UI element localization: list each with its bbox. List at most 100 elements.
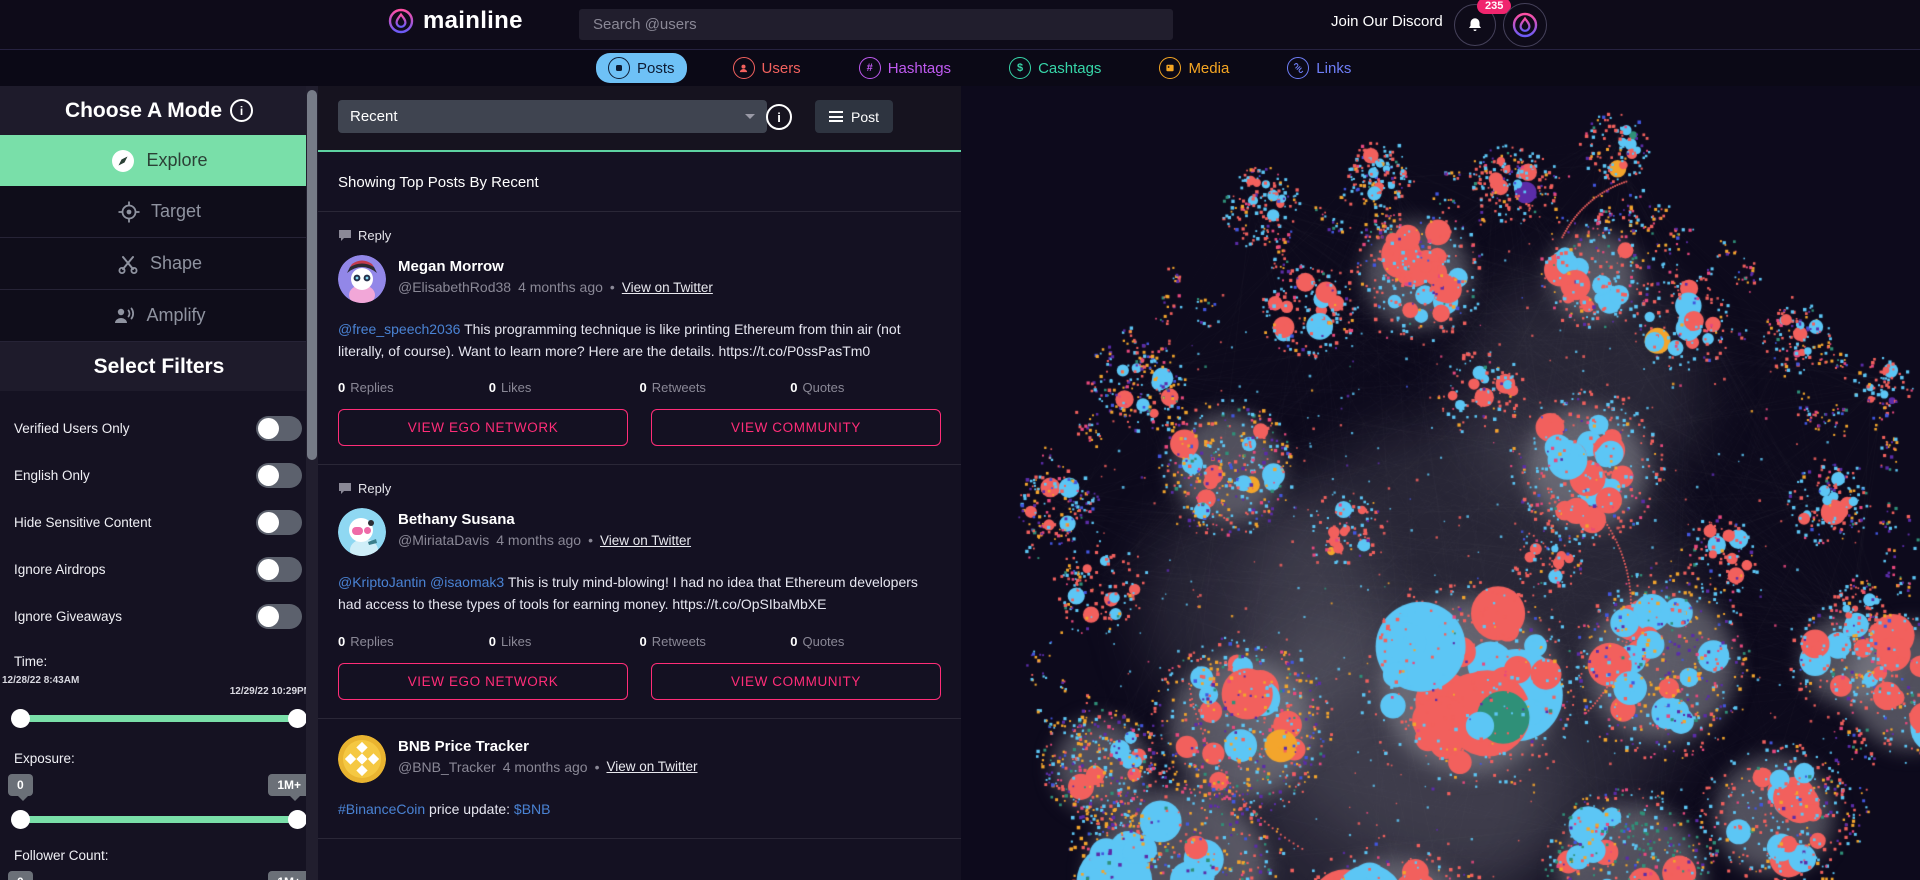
mention-link[interactable]: @free_speech2036 <box>338 321 464 337</box>
view-community-button[interactable]: VIEW COMMUNITY <box>651 409 941 446</box>
giveaways-toggle[interactable] <box>256 604 302 629</box>
view-ego-network-button[interactable]: VIEW EGO NETWORK <box>338 409 628 446</box>
exposure-slider-handle-right[interactable] <box>288 810 307 829</box>
time-end: 12/29/22 10:29PM <box>230 686 312 697</box>
filters-header-label: Select Filters <box>94 355 225 379</box>
app: mainline Join Our Discord 235 Posts <box>0 0 1920 880</box>
sidebar-scrollbar-thumb[interactable] <box>307 90 317 460</box>
author-meta: @MiriataDavis 4 months ago • View on Twi… <box>398 532 691 548</box>
time-slider-track <box>20 715 298 722</box>
reply-tag: Reply <box>338 481 941 496</box>
post-text: @free_speech2036 This programming techni… <box>338 319 938 362</box>
hashtag-icon: # <box>859 57 881 79</box>
mode-explore[interactable]: Explore <box>0 135 318 186</box>
tab-hashtags[interactable]: # Hashtags <box>847 53 963 83</box>
scissors-icon <box>116 252 140 276</box>
follower-max-chip: 1M+ <box>268 871 310 880</box>
author-handle[interactable]: @BNB_Tracker <box>398 759 496 775</box>
avatar[interactable] <box>338 255 386 303</box>
tab-media[interactable]: Media <box>1147 53 1241 83</box>
post-card: BNB Price Tracker @BNB_Tracker 4 months … <box>318 719 961 840</box>
follower-label: Follower Count: <box>0 838 318 867</box>
mode-info-icon[interactable]: i <box>230 99 253 122</box>
speech-bubble-icon <box>338 229 352 242</box>
feed-info-icon[interactable]: i <box>766 104 792 130</box>
exposure-slider[interactable] <box>20 806 298 832</box>
filter-airdrops: Ignore Airdrops <box>0 546 318 593</box>
tab-users[interactable]: Users <box>721 53 813 83</box>
notifications-button[interactable]: 235 <box>1454 4 1496 46</box>
compass-icon <box>110 148 136 174</box>
feed-panel: Recent i Post Showing Top Posts By Recen… <box>318 86 961 880</box>
mainline-logo-icon <box>388 8 414 34</box>
mode-target[interactable]: Target <box>0 186 318 238</box>
stat-retweets: 0Retweets <box>640 380 791 395</box>
exposure-min-chip: 0 <box>8 774 33 796</box>
post-button[interactable]: Post <box>815 100 893 133</box>
post-head: Bethany Susana @MiriataDavis 4 months ag… <box>338 508 941 556</box>
search-input[interactable] <box>579 9 1173 40</box>
mode-label: Amplify <box>146 305 205 326</box>
view-ego-network-button[interactable]: VIEW EGO NETWORK <box>338 663 628 700</box>
stat-quotes: 0Quotes <box>790 380 941 395</box>
cashtag-link[interactable]: $BNB <box>514 801 551 817</box>
avatar[interactable] <box>338 735 386 783</box>
mention-link[interactable]: @KriptoJantin <box>338 574 430 590</box>
mode-label: Shape <box>150 253 202 274</box>
view-community-button[interactable]: VIEW COMMUNITY <box>651 663 941 700</box>
mention-link[interactable]: @isaomak3 <box>430 574 508 590</box>
mode-shape[interactable]: Shape <box>0 238 318 290</box>
author-handle[interactable]: @ElisabethRod38 <box>398 279 511 295</box>
sidebar-scrollbar[interactable] <box>306 86 318 880</box>
sort-dropdown[interactable]: Recent <box>338 100 767 133</box>
time-slider[interactable] <box>20 705 298 731</box>
filter-label: Ignore Giveaways <box>14 609 122 624</box>
sensitive-toggle[interactable] <box>256 510 302 535</box>
filters: Verified Users Only English Only Hide Se… <box>0 391 318 880</box>
tab-cashtags[interactable]: $ Cashtags <box>997 53 1113 83</box>
post-author: Megan Morrow @ElisabethRod38 4 months ag… <box>398 255 713 303</box>
exposure-slider-handle-left[interactable] <box>11 810 30 829</box>
time-slider-handle-right[interactable] <box>288 709 307 728</box>
mode-amplify[interactable]: Amplify <box>0 290 318 342</box>
post-card: Reply Bethany Susana <box>318 465 961 718</box>
link-icon <box>1287 57 1309 79</box>
filter-label: Hide Sensitive Content <box>14 515 151 530</box>
time-slider-handle-left[interactable] <box>11 709 30 728</box>
post-head: Megan Morrow @ElisabethRod38 4 months ag… <box>338 255 941 303</box>
reply-label: Reply <box>358 228 391 243</box>
view-on-twitter-link[interactable]: View on Twitter <box>622 280 713 295</box>
tab-label: Media <box>1188 60 1229 77</box>
stat-replies: 0Replies <box>338 380 489 395</box>
filter-label: English Only <box>14 468 90 483</box>
exposure-slider-track <box>20 816 298 823</box>
author-name[interactable]: Megan Morrow <box>398 258 713 275</box>
mode-label: Explore <box>146 150 207 171</box>
post-button-label: Post <box>851 109 879 125</box>
time-range-labels: 12/28/22 8:43AM 12/29/22 10:29PM <box>0 673 318 703</box>
view-on-twitter-link[interactable]: View on Twitter <box>600 533 691 548</box>
feed-header: Recent i Post <box>318 86 961 152</box>
avatar[interactable] <box>338 508 386 556</box>
english-toggle[interactable] <box>256 463 302 488</box>
author-name[interactable]: Bethany Susana <box>398 511 691 528</box>
post-time: 4 months ago <box>496 532 581 548</box>
filter-label: Verified Users Only <box>14 421 130 436</box>
author-name[interactable]: BNB Price Tracker <box>398 738 698 755</box>
stat-quotes: 0Quotes <box>790 634 941 649</box>
hashtag-link[interactable]: #BinanceCoin <box>338 801 425 817</box>
mode-header-label: Choose A Mode <box>65 99 222 123</box>
tab-links[interactable]: Links <box>1275 53 1363 83</box>
verified-toggle[interactable] <box>256 416 302 441</box>
post-stats: 0Replies 0Likes 0Retweets 0Quotes <box>338 380 941 395</box>
view-on-twitter-link[interactable]: View on Twitter <box>606 759 697 774</box>
tab-posts[interactable]: Posts <box>596 53 687 83</box>
speech-bubble-icon <box>338 482 352 495</box>
network-canvas[interactable] <box>961 86 1920 880</box>
author-handle[interactable]: @MiriataDavis <box>398 532 489 548</box>
discord-link[interactable]: Join Our Discord <box>1331 13 1443 30</box>
airdrops-toggle[interactable] <box>256 557 302 582</box>
account-button[interactable] <box>1503 3 1547 47</box>
list-icon <box>829 109 843 125</box>
cashtag-icon: $ <box>1009 57 1031 79</box>
